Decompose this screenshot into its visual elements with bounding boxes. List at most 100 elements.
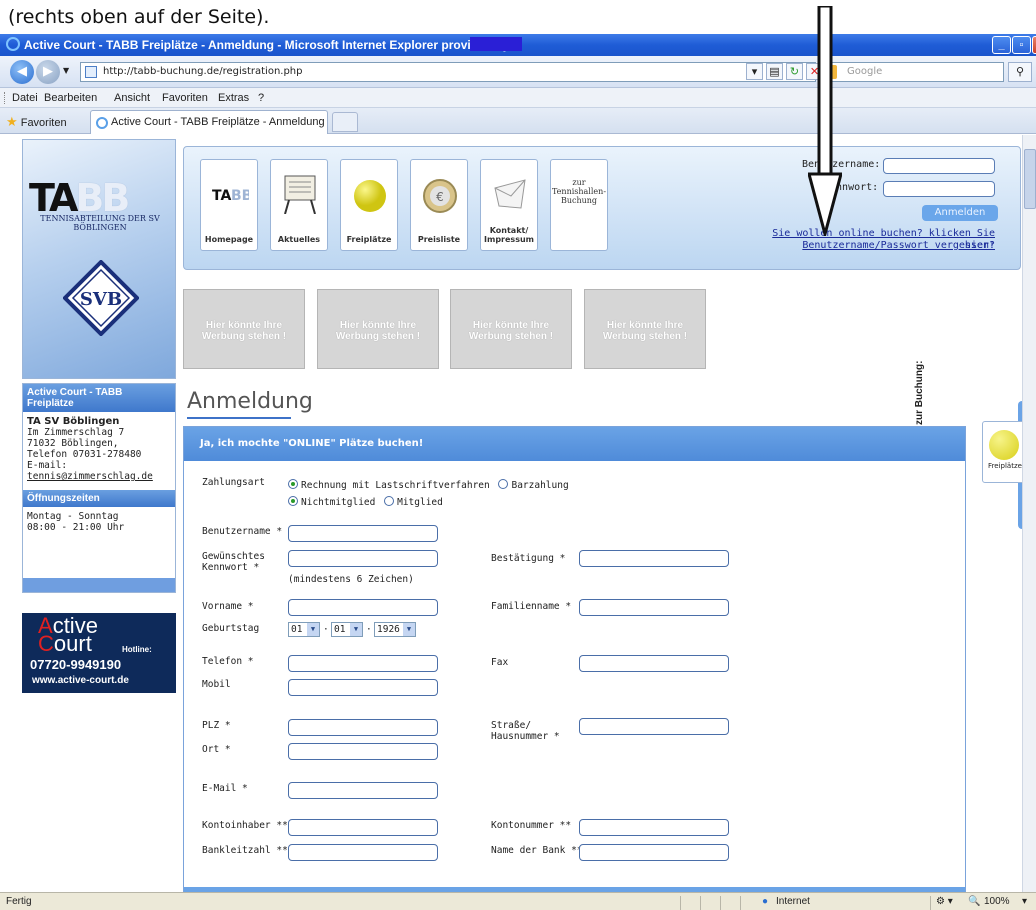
history-dropdown-icon[interactable]: ▼: [63, 66, 69, 75]
bankleitzahl-input[interactable]: [288, 844, 438, 861]
ad-slot[interactable]: Hier könnte Ihre Werbung stehen !: [584, 289, 706, 369]
plz-input[interactable]: [288, 719, 438, 736]
favorites-button[interactable]: ★ Favoriten: [6, 114, 67, 130]
nav-homepage-label: Homepage: [204, 235, 254, 244]
toolbar-grip: [4, 92, 6, 104]
strasse-label: Straße/ Hausnummer *: [491, 720, 560, 742]
banner-hotline-label: Hotline:: [122, 645, 152, 654]
mobil-input[interactable]: [288, 679, 438, 696]
nav-tennishallen-buchung[interactable]: zur Tennishallen- Buchung: [550, 159, 608, 251]
bankname-input[interactable]: [579, 844, 729, 861]
address-dropdown-icon[interactable]: ▾: [746, 63, 763, 80]
status-divider: [700, 896, 701, 910]
status-divider: [680, 896, 681, 910]
nav-freiplaetze[interactable]: Freiplätze: [340, 159, 398, 251]
nav-homepage[interactable]: TA BB Homepage: [200, 159, 258, 251]
menu-ansicht[interactable]: Ansicht: [114, 92, 150, 104]
active-court-banner[interactable]: Active Court Hotline: 07720-9949190 www.…: [22, 613, 176, 693]
ie-page-icon: [96, 117, 108, 129]
kontoinhaber-input[interactable]: [288, 819, 438, 836]
emblem-text: SVB: [80, 289, 122, 310]
vorname-input[interactable]: [288, 599, 438, 616]
chevron-down-icon: ▼: [403, 623, 415, 636]
menu-datei[interactable]: Datei: [12, 92, 38, 104]
nav-preisliste-label: Preisliste: [417, 235, 461, 244]
forward-button[interactable]: ▶: [36, 60, 60, 84]
nav-preisliste[interactable]: € Preisliste: [410, 159, 468, 251]
scrollbar-thumb[interactable]: [1024, 149, 1036, 209]
tab-active[interactable]: Active Court - TABB Freiplätze - Anmeldu…: [90, 110, 328, 134]
member-option2-label: Mitglied: [397, 497, 443, 508]
menu-favoriten[interactable]: Favoriten: [162, 92, 208, 104]
birth-year-value: 1926: [377, 624, 400, 635]
zoom-icon[interactable]: 🔍: [968, 896, 980, 907]
status-bar: Fertig ● Internet ⚙ ▾ 🔍 100% ▾: [0, 892, 1036, 910]
protected-mode-icon[interactable]: ⚙ ▾: [936, 896, 953, 907]
radio-nichtmitglied[interactable]: [288, 496, 298, 506]
banner-word-court: Court: [38, 633, 92, 655]
ad-slot[interactable]: Hier könnte Ihre Werbung stehen !: [317, 289, 439, 369]
radio-barzahlung[interactable]: [498, 479, 509, 489]
email-field[interactable]: [288, 782, 438, 799]
birth-month-value: 01: [334, 624, 346, 635]
club-street: Im Zimmerschlag 7: [27, 427, 125, 438]
menu-extras[interactable]: Extras: [218, 92, 249, 104]
status-divider: [930, 896, 931, 910]
benutzername-input[interactable]: [288, 525, 438, 542]
kennwort-label: Gewünschtes Kennwort *: [202, 551, 265, 573]
kontonummer-label: Kontonummer **: [491, 820, 572, 831]
birth-month-select[interactable]: 01 ▼: [331, 622, 363, 637]
board-icon: [284, 175, 316, 214]
fax-input[interactable]: [579, 655, 729, 672]
status-divider: [740, 896, 741, 910]
forgot-password-link[interactable]: Benutzername/Passwort vergessen?: [760, 240, 995, 252]
ad-slot[interactable]: Hier könnte Ihre Werbung stehen !: [450, 289, 572, 369]
radio-lastschrift[interactable]: [288, 479, 298, 489]
bankleitzahl-label: Bankleitzahl **: [202, 845, 288, 856]
vertical-scrollbar[interactable]: [1022, 135, 1036, 892]
ie-logo-icon: [6, 37, 20, 51]
chevron-down-icon: ▼: [307, 623, 319, 636]
search-button[interactable]: ⚲: [1008, 62, 1032, 82]
familienname-input[interactable]: [579, 599, 729, 616]
compatibility-icon[interactable]: ▤: [766, 63, 783, 80]
email-field-label: E-Mail *: [202, 783, 248, 794]
club-logo-panel[interactable]: TABB TENNISABTEILUNG DER SV BÖBLINGEN SV…: [22, 139, 176, 379]
nav-kontakt[interactable]: Kontakt/ Impressum: [480, 159, 538, 251]
kennwort-input[interactable]: [288, 550, 438, 567]
ort-label: Ort *: [202, 744, 231, 755]
ort-input[interactable]: [288, 743, 438, 760]
zoom-level[interactable]: 100%: [984, 896, 1010, 907]
telefon-input[interactable]: [288, 655, 438, 672]
search-input[interactable]: Google: [820, 62, 1004, 82]
radio-mitglied[interactable]: [384, 496, 395, 506]
info-box-footer: [23, 578, 175, 592]
maximize-button[interactable]: ▫: [1012, 36, 1031, 54]
ad-slot[interactable]: Hier könnte Ihre Werbung stehen !: [183, 289, 305, 369]
nav-aktuelles[interactable]: Aktuelles: [270, 159, 328, 251]
menu-help[interactable]: ?: [258, 92, 264, 104]
address-input[interactable]: http://tabb-buchung.de/registration.php: [80, 62, 816, 82]
username-input[interactable]: [883, 158, 995, 174]
zoom-dropdown-icon[interactable]: ▾: [1022, 896, 1027, 907]
kontonummer-input[interactable]: [579, 819, 729, 836]
anmelden-button[interactable]: Anmelden: [922, 205, 998, 221]
new-tab-button[interactable]: [332, 112, 358, 132]
club-email-link[interactable]: tennis@zimmerschlag.de: [27, 471, 153, 482]
menu-bearbeiten[interactable]: Bearbeiten: [44, 92, 97, 104]
close-button[interactable]: ×: [1032, 36, 1036, 54]
birth-year-select[interactable]: 1926 ▼: [374, 622, 416, 637]
club-name: TA SV Böblingen: [27, 416, 120, 427]
form-header: Ja, ich mochte "ONLINE" Plätze buchen!: [184, 427, 965, 461]
minimize-button[interactable]: _: [992, 36, 1011, 54]
banner-word2: ourt: [53, 631, 92, 656]
birth-day-select[interactable]: 01 ▼: [288, 622, 320, 637]
svg-text:€: €: [436, 190, 444, 204]
freiplaetze-quick-link[interactable]: Freiplätze: [982, 421, 1022, 483]
bestaetigung-input[interactable]: [579, 550, 729, 567]
refresh-icon[interactable]: ↻: [786, 63, 803, 80]
password-input[interactable]: [883, 181, 995, 197]
strasse-input[interactable]: [579, 718, 729, 735]
back-button[interactable]: ◀: [10, 60, 34, 84]
zur-buchung-label: zur Buchung:: [914, 360, 925, 425]
